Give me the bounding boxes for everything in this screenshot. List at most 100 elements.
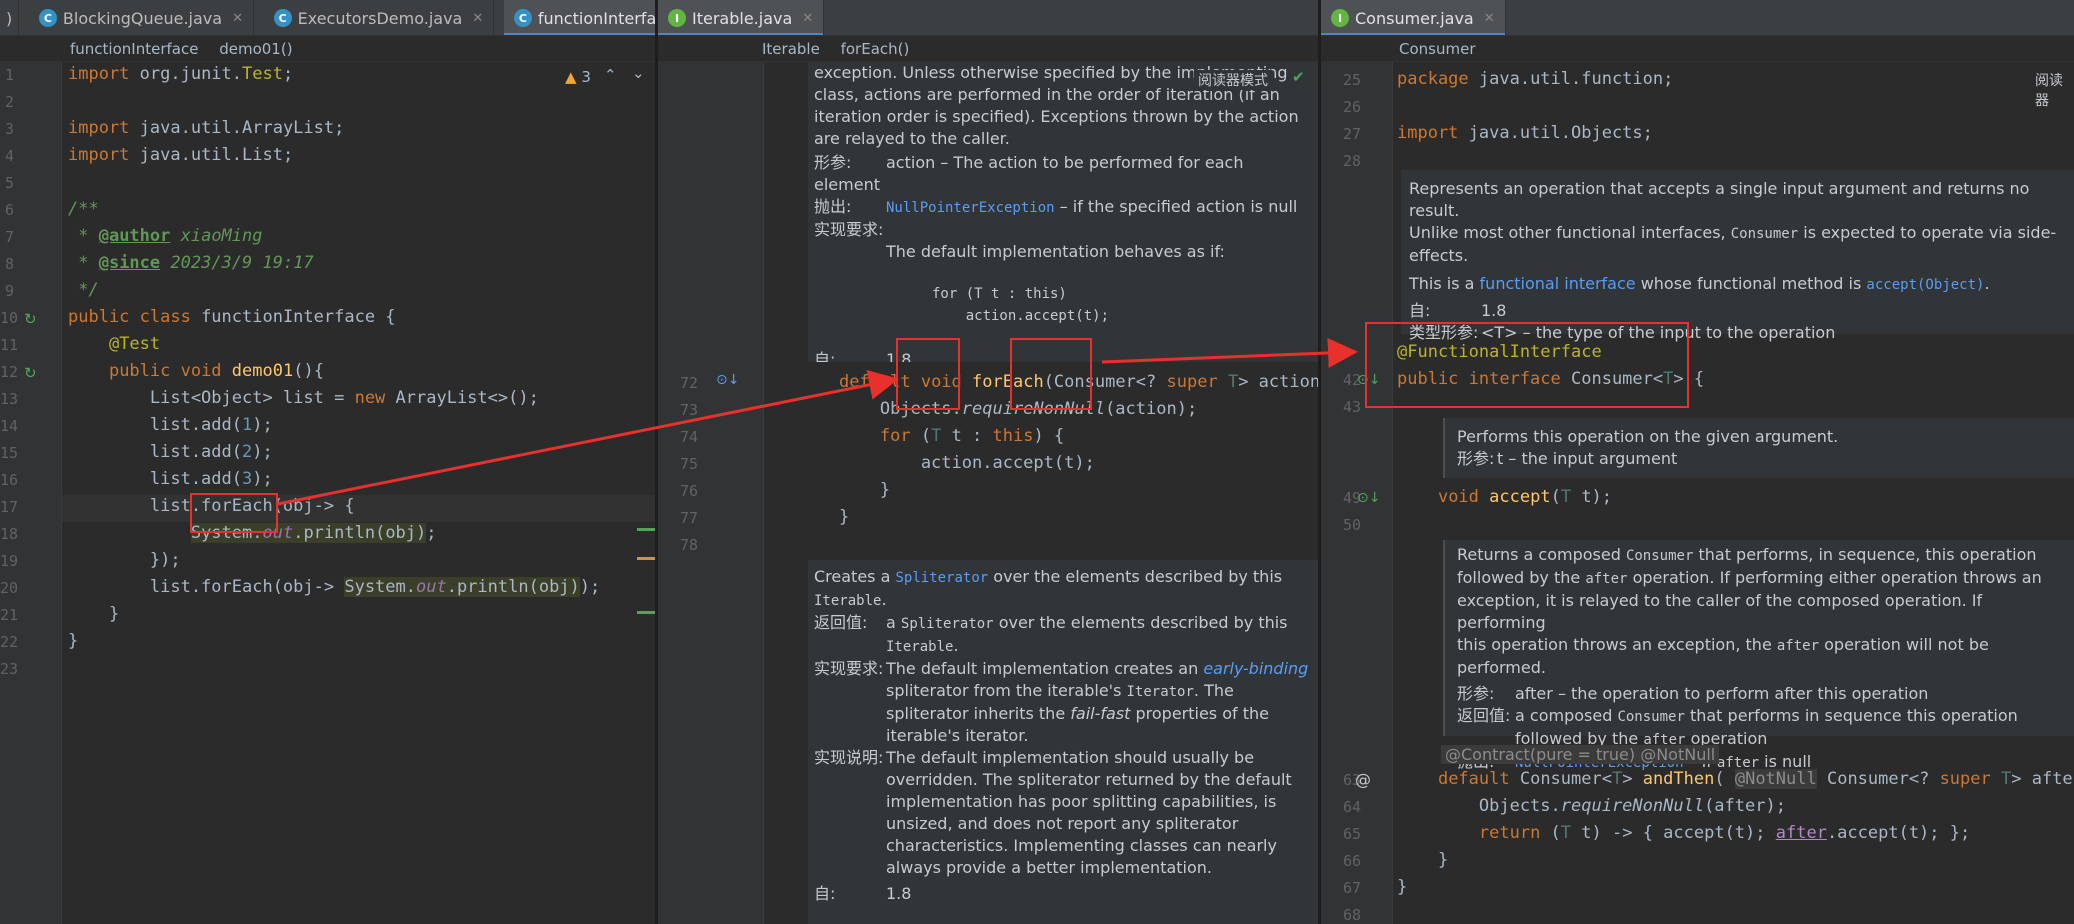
line-number[interactable]: 49 xyxy=(1321,489,1361,507)
line-number[interactable]: 76 xyxy=(658,482,698,500)
line-number[interactable]: 16 xyxy=(0,471,18,489)
breadcrumb-item[interactable]: Consumer xyxy=(1399,40,1476,58)
chevron-down-icon[interactable]: ⌄ xyxy=(632,64,645,82)
tab-function-interface[interactable]: C functionInterface.java ✕ xyxy=(503,0,655,35)
line-number[interactable]: 66 xyxy=(1321,852,1361,870)
line-number[interactable]: 42 xyxy=(1321,371,1361,389)
line-number[interactable]: 8 xyxy=(0,255,14,273)
line-number[interactable]: 74 xyxy=(658,428,698,446)
line-number[interactable]: 7 xyxy=(0,228,14,246)
code-line[interactable]: Objects.requireNonNull(action); xyxy=(798,399,1197,419)
code-line[interactable]: Objects.requireNonNull(after); xyxy=(1397,796,1786,816)
tab-overflow[interactable]: ) xyxy=(0,0,20,35)
tab-blocking-queue[interactable]: C BlockingQueue.java ✕ xyxy=(29,0,254,35)
code-line[interactable]: /** xyxy=(68,199,99,219)
line-number[interactable]: 5 xyxy=(0,174,14,192)
line-number[interactable]: 26 xyxy=(1321,98,1361,116)
line-number[interactable]: 78 xyxy=(658,536,698,554)
code-line[interactable]: * @since 2023/3/9 19:17 xyxy=(68,253,313,273)
code-line[interactable]: import java.util.ArrayList; xyxy=(68,118,344,138)
code-line[interactable]: package java.util.function; xyxy=(1397,69,1673,89)
warning-icon[interactable]: ▲ 3 xyxy=(565,68,591,86)
doc-link[interactable]: NullPointerException xyxy=(886,200,1055,216)
code-line[interactable]: return (T t) -> { accept(t); after.accep… xyxy=(1397,823,1970,843)
line-number[interactable]: 14 xyxy=(0,417,18,435)
line-number[interactable]: 1 xyxy=(0,66,14,84)
line-number[interactable]: 23 xyxy=(0,660,18,678)
reader-mode-toggle[interactable]: 阅读器模式 xyxy=(1194,70,1272,90)
code-line[interactable]: default Consumer<T> andThen( @NotNull Co… xyxy=(1397,769,2074,789)
tab-iterable[interactable]: I Iterable.java ✕ xyxy=(658,0,825,35)
line-number[interactable]: 28 xyxy=(1321,152,1361,170)
override-icon[interactable]: ⊙↓ xyxy=(716,372,739,388)
chevron-up-icon[interactable]: ⌃ xyxy=(604,66,617,84)
line-number[interactable]: 19 xyxy=(0,552,18,570)
line-number[interactable]: 18 xyxy=(0,525,18,543)
close-icon[interactable]: ✕ xyxy=(232,11,243,26)
code-line[interactable]: list.add(2); xyxy=(68,442,273,462)
line-number[interactable]: 27 xyxy=(1321,125,1361,143)
line-number[interactable]: 77 xyxy=(658,509,698,527)
close-icon[interactable]: ✕ xyxy=(1484,11,1495,26)
code-line[interactable]: import java.util.Objects; xyxy=(1397,123,1653,143)
line-number[interactable]: 10 xyxy=(0,309,18,327)
code-line[interactable]: } xyxy=(798,480,890,500)
close-icon[interactable]: ✕ xyxy=(802,11,813,26)
code-line[interactable]: } xyxy=(798,507,849,527)
run-icon[interactable]: ↻ xyxy=(24,364,37,382)
code-line[interactable]: for (T t : this) { xyxy=(798,426,1064,446)
line-number[interactable]: 43 xyxy=(1321,398,1361,416)
line-number[interactable]: 22 xyxy=(0,633,18,651)
line-number[interactable]: 4 xyxy=(0,147,14,165)
line-number[interactable]: 13 xyxy=(0,390,18,408)
doc-link[interactable]: functional interface xyxy=(1480,274,1636,293)
line-number[interactable]: 67 xyxy=(1321,879,1361,897)
line-number[interactable]: 25 xyxy=(1321,71,1361,89)
breadcrumb-item[interactable]: Iterable xyxy=(762,40,820,58)
code-line[interactable]: public void demo01(){ xyxy=(68,361,324,381)
code-line[interactable]: import java.util.List; xyxy=(68,145,293,165)
code-line[interactable]: @Test xyxy=(68,334,160,354)
run-icon[interactable]: ↻ xyxy=(24,310,37,328)
close-icon[interactable]: ✕ xyxy=(472,11,483,26)
line-number[interactable]: 20 xyxy=(0,579,18,597)
code-line[interactable]: list.forEach(obj-> System.out.println(ob… xyxy=(68,577,600,597)
override-icon[interactable]: @ xyxy=(1355,770,1371,789)
code-line[interactable]: action.accept(t); xyxy=(798,453,1095,473)
doc-link[interactable]: accept(Object) xyxy=(1866,277,1984,293)
code-line[interactable]: }); xyxy=(68,550,181,570)
line-number[interactable]: 2 xyxy=(0,93,14,111)
implemented-icon[interactable]: ⊙↓ xyxy=(1357,490,1380,506)
line-number[interactable]: 6 xyxy=(0,201,14,219)
doc-link[interactable]: Spliterator xyxy=(895,570,988,586)
line-number[interactable]: 50 xyxy=(1321,516,1361,534)
code-line[interactable]: list.add(3); xyxy=(68,469,273,489)
line-number[interactable]: 17 xyxy=(0,498,18,516)
tab-consumer[interactable]: I Consumer.java ✕ xyxy=(1321,0,1506,35)
line-number[interactable]: 72 xyxy=(658,374,698,392)
line-number[interactable]: 3 xyxy=(0,120,14,138)
line-number[interactable]: 68 xyxy=(1321,906,1361,924)
code-line[interactable]: } xyxy=(68,604,119,624)
code-line[interactable]: * @author xiaoMing xyxy=(68,226,262,246)
code-line[interactable]: } xyxy=(1397,850,1448,870)
reader-mode-toggle[interactable]: 阅读器 xyxy=(2035,70,2074,110)
code-line[interactable]: } xyxy=(68,631,78,651)
code-line[interactable]: } xyxy=(1397,877,1407,897)
code-line[interactable]: void accept(T t); xyxy=(1397,487,1612,507)
line-number[interactable]: 73 xyxy=(658,401,698,419)
line-number[interactable]: 64 xyxy=(1321,798,1361,816)
code-line[interactable]: */ xyxy=(68,280,98,300)
line-number[interactable]: 21 xyxy=(0,606,18,624)
line-number[interactable]: 75 xyxy=(658,455,698,473)
code-line[interactable]: List<Object> list = new ArrayList<>(); xyxy=(68,388,539,408)
doc-link[interactable]: early-binding xyxy=(1203,659,1308,678)
tab-executors-demo[interactable]: C ExecutorsDemo.java ✕ xyxy=(264,0,495,35)
line-number[interactable]: 65 xyxy=(1321,825,1361,843)
breadcrumb-item[interactable]: forEach() xyxy=(841,40,910,58)
code-line[interactable]: public class functionInterface { xyxy=(68,307,396,327)
line-number[interactable]: 9 xyxy=(0,282,14,300)
code-line[interactable]: list.add(1); xyxy=(68,415,273,435)
line-number[interactable]: 12 xyxy=(0,363,18,381)
breadcrumb-item[interactable]: functionInterface xyxy=(70,40,198,58)
